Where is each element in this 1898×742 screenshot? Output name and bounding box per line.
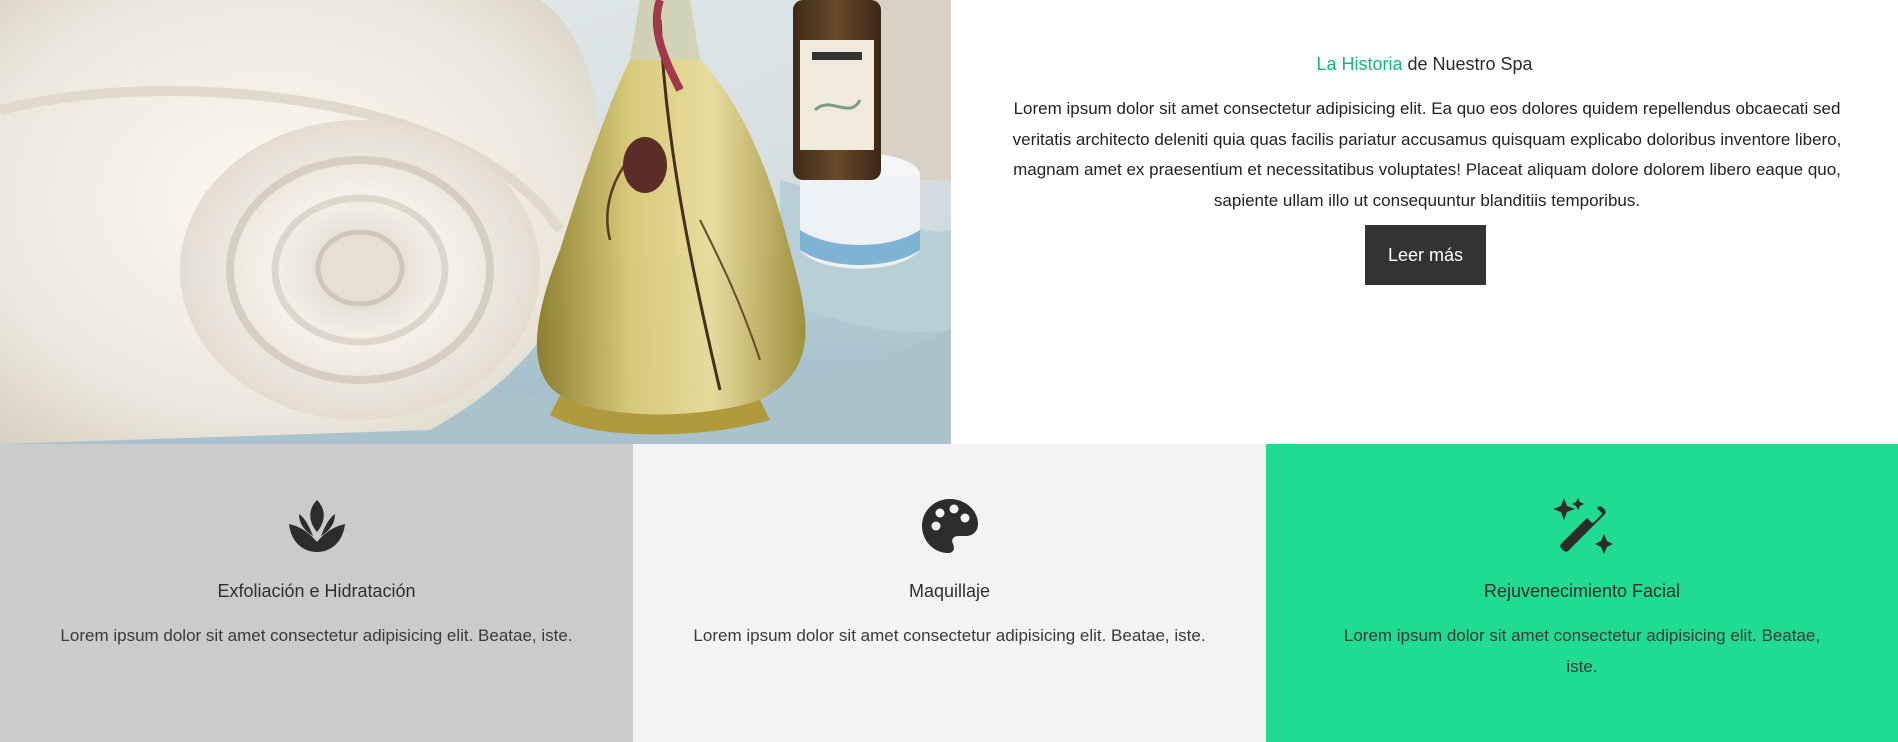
story-title-rest: de Nuestro Spa (1402, 54, 1533, 74)
magic-wand-sparkles-icon (1550, 496, 1614, 556)
service-card-facial: Rejuvenecimiento Facial Lorem ipsum dolo… (1266, 444, 1898, 742)
service-card-exfoliation: Exfoliación e Hidratación Lorem ipsum do… (0, 444, 633, 742)
services-section: Exfoliación e Hidratación Lorem ipsum do… (0, 444, 1898, 742)
service-title: Exfoliación e Hidratación (217, 581, 416, 601)
story-title-accent: La Historia (1316, 54, 1403, 74)
read-more-button[interactable]: Leer más (1365, 225, 1486, 285)
lotus-icon (285, 496, 349, 556)
story-paragraph: Lorem ipsum dolor sit amet consectetur a… (1012, 99, 1842, 210)
palette-icon (918, 496, 982, 556)
page: La Historia de Nuestro Spa Lorem ipsum d… (0, 0, 1898, 742)
story-section: La Historia de Nuestro Spa Lorem ipsum d… (0, 0, 1898, 444)
service-description: Lorem ipsum dolor sit amet consectetur a… (60, 626, 573, 645)
service-title: Maquillaje (908, 581, 991, 601)
service-description: Lorem ipsum dolor sit amet consectetur a… (1343, 626, 1821, 676)
service-card-makeup: Maquillaje Lorem ipsum dolor sit amet co… (633, 444, 1266, 742)
spa-towel-photo (0, 0, 951, 444)
service-title: Rejuvenecimiento Facial (1483, 581, 1681, 601)
story-panel: La Historia de Nuestro Spa Lorem ipsum d… (951, 0, 1898, 444)
story-title: La Historia de Nuestro Spa (951, 54, 1898, 75)
service-description: Lorem ipsum dolor sit amet consectetur a… (693, 626, 1206, 645)
